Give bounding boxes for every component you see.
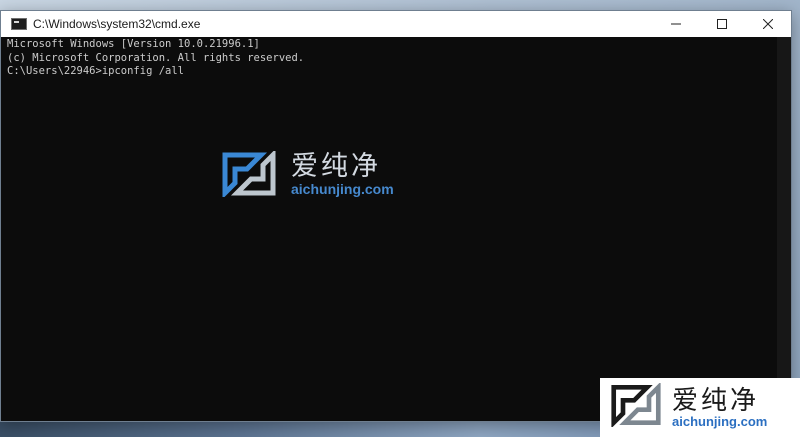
caption-buttons (653, 11, 791, 37)
scroll-up-arrow[interactable] (777, 37, 791, 51)
close-icon (763, 19, 773, 29)
corner-text: 爱纯净 aichunjing.com (672, 386, 767, 430)
watermark-text: 爱纯净 aichunjing.com (291, 151, 394, 197)
maximize-icon (717, 19, 727, 29)
vertical-scrollbar[interactable] (777, 37, 791, 421)
minimize-icon (671, 23, 681, 25)
watermark-logo-icon (221, 151, 277, 197)
maximize-button[interactable] (699, 11, 745, 37)
minimize-button[interactable] (653, 11, 699, 37)
watermark-chinese: 爱纯净 (291, 151, 381, 181)
console-line: (c) Microsoft Corporation. All rights re… (7, 51, 305, 64)
title-bar[interactable]: C:\Windows\system32\cmd.exe (1, 11, 791, 37)
close-button[interactable] (745, 11, 791, 37)
corner-logo-icon (610, 381, 662, 432)
console-output[interactable]: Microsoft Windows [Version 10.0.21996.1]… (1, 37, 777, 421)
corner-watermark-badge: 爱纯净 aichunjing.com (600, 378, 800, 437)
watermark-url: aichunjing.com (291, 181, 394, 197)
console-line: Microsoft Windows [Version 10.0.21996.1] (7, 38, 260, 50)
cmd-window[interactable]: C:\Windows\system32\cmd.exe Microsoft Wi… (0, 10, 792, 422)
watermark: 爱纯净 aichunjing.com (221, 151, 394, 197)
corner-chinese: 爱纯净 (672, 384, 760, 415)
corner-url: aichunjing.com (672, 413, 768, 429)
cmd-icon[interactable] (11, 18, 27, 30)
command-prompt-line: C:\Users\22946>ipconfig /all (7, 65, 185, 77)
window-title: C:\Windows\system32\cmd.exe (33, 17, 201, 31)
